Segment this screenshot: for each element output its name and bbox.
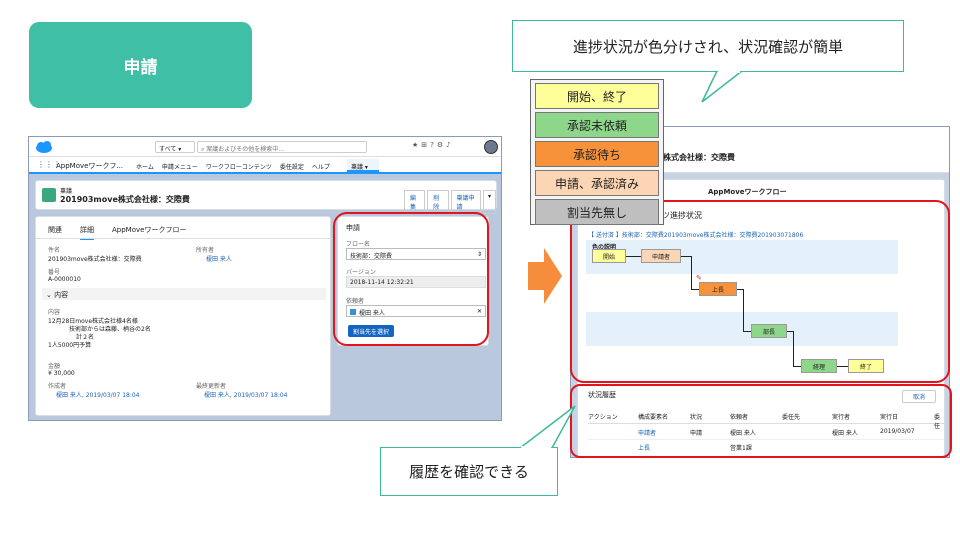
- record-title: 201903move株式会社様：交際費: [60, 195, 190, 204]
- nav-tab-ringi-label: 稟議: [351, 164, 364, 171]
- callout-top-text: 進捗状況が色分けされ、状況確認が簡単: [572, 37, 844, 56]
- legend-unassigned-label: 割当先無し: [566, 205, 627, 220]
- creator-value[interactable]: 榎田 来人, 2019/03/07 18:04: [56, 390, 140, 399]
- legend-approved: 申請、承認済み: [535, 170, 659, 196]
- content-label: 内容: [48, 309, 61, 316]
- amount-label: 金額: [48, 363, 61, 370]
- legend-approved-label: 申請、承認済み: [554, 176, 639, 191]
- legend-start-end-label: 開始、終了: [566, 89, 627, 104]
- nav-home[interactable]: ホーム: [136, 162, 154, 171]
- search-placeholder: 案議およびその他を検索中...: [206, 146, 285, 153]
- right-arrow-icon: [528, 248, 562, 304]
- details-card: 関連 詳細 AppMoveワークフロー 件名 201903move株式会社様：交…: [35, 216, 332, 416]
- search-scope-label: すべて: [159, 146, 177, 153]
- color-legend: 開始、終了 承認未依頼 承認待ち 申請、承認済み 割当先無し: [530, 79, 664, 225]
- name-value: 201903move株式会社様：交際費: [48, 256, 142, 263]
- delete-button[interactable]: 削除: [427, 190, 449, 214]
- highlight-history: [570, 384, 952, 458]
- right-record-title: 株式会社様：交際費: [663, 153, 735, 162]
- workflow-section-title: AppMoveワークフロー: [708, 188, 787, 196]
- record-header: 稟議 201903move株式会社様：交際費 編集 削除 稟議申請 ▾: [35, 180, 497, 214]
- search-scope[interactable]: すべて ▾: [155, 141, 195, 153]
- content-line-4: 1人5000円予算: [48, 342, 92, 349]
- callout-top: 進捗状況が色分けされ、状況確認が簡単: [512, 20, 904, 103]
- name-label: 件名: [48, 247, 61, 254]
- search-input[interactable]: ⌕ 案議およびその他を検索中...: [197, 141, 367, 153]
- edit-button[interactable]: 編集: [404, 190, 426, 214]
- content-section-header[interactable]: ⌄ 内容: [42, 288, 326, 300]
- avatar[interactable]: [484, 140, 498, 154]
- gear-icon[interactable]: ⚙: [437, 141, 446, 149]
- legend-pending-label: 承認待ち: [572, 147, 621, 162]
- number-label: 番号: [48, 269, 61, 276]
- legend-not-requested-label: 承認未依頼: [566, 118, 627, 133]
- number-value: A-0000010: [48, 276, 81, 283]
- highlight-apply-panel: [333, 212, 489, 346]
- modifier-label: 最終更新者: [196, 383, 227, 390]
- more-actions-button[interactable]: ▾: [482, 190, 496, 214]
- cloud-logo-icon: [36, 141, 52, 153]
- nav-apply-menu[interactable]: 申請メニュー: [162, 162, 198, 171]
- legend-unassigned: 割当先無し: [535, 199, 659, 225]
- legend-not-requested: 承認未依頼: [535, 112, 659, 138]
- creator-label: 作成者: [48, 383, 67, 390]
- nav-tab-ringi[interactable]: 稟議 ▾: [347, 159, 379, 172]
- bell-icon[interactable]: ♪: [446, 141, 453, 149]
- callout-bottom-text: 履歴を確認できる: [409, 463, 529, 481]
- modifier-value[interactable]: 榎田 来人, 2019/03/07 18:04: [204, 390, 288, 399]
- legend-start-end: 開始、終了: [535, 83, 659, 109]
- add-icon[interactable]: ⊞: [421, 141, 430, 149]
- nav-help[interactable]: ヘルプ: [312, 162, 330, 171]
- apply-badge-label: 申請: [123, 57, 158, 78]
- help-icon[interactable]: ?: [430, 141, 437, 149]
- highlight-progress: [570, 200, 950, 383]
- submit-ringi-button[interactable]: 稟議申請: [450, 190, 481, 214]
- legend-pending: 承認待ち: [535, 141, 659, 167]
- amount-value: ¥ 30,000: [48, 370, 75, 377]
- favorites-icon[interactable]: ★: [412, 141, 421, 149]
- owner-value[interactable]: 榎田 来人: [206, 254, 232, 263]
- record-icon: [42, 188, 56, 202]
- callout-bottom: 履歴を確認できる: [380, 447, 558, 496]
- nav-delegation[interactable]: 委任設定: [280, 162, 304, 171]
- content-section-title: 内容: [54, 291, 69, 299]
- owner-label: 所有者: [196, 247, 215, 254]
- app-name: AppMoveワークフ...: [56, 162, 124, 170]
- apply-badge: 申請: [29, 22, 252, 108]
- nav-workflow-content[interactable]: ワークフローコンテンツ: [206, 162, 272, 171]
